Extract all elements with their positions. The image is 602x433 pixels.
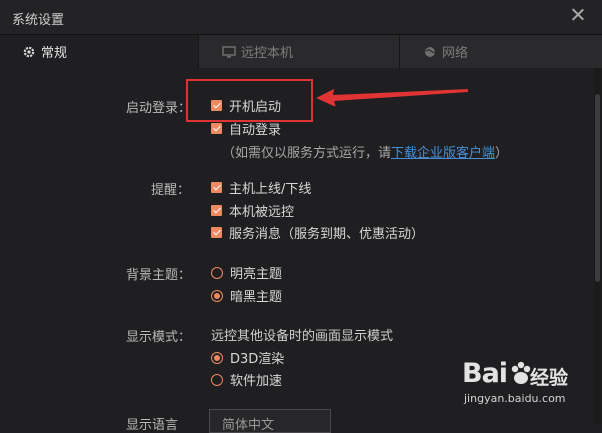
theme-label: 背景主题： (126, 268, 192, 283)
monitor-icon (222, 45, 236, 59)
baidu-jingyan-watermark: Bai 经验 jingyan.baidu.com (462, 358, 582, 410)
gear-icon (22, 45, 36, 59)
reminder-item-label: 本机被远控 (229, 205, 295, 220)
radio-unselected-icon (211, 373, 223, 386)
display-software-radio[interactable]: 软件加速 (211, 370, 282, 389)
tab-remote-this[interactable]: 远控本机 (200, 35, 400, 68)
reminder-item-label: 服务消息（服务到期、优惠活动） (229, 227, 425, 242)
display-mode-label: 显示模式： (126, 330, 192, 345)
theme-option-label: 明亮主题 (230, 267, 283, 282)
tab-remote-this-label: 远控本机 (241, 46, 294, 61)
startup-label: 启动登录： (126, 101, 192, 116)
radio-selected-icon (211, 351, 223, 364)
display-d3d-radio[interactable]: D3D渲染 (211, 348, 284, 367)
theme-option-label: 暗黑主题 (230, 290, 283, 305)
reminder-host-online-checkbox[interactable]: 主机上线/下线 (211, 178, 311, 197)
checkbox-checked-icon (211, 205, 222, 216)
theme-dark-radio[interactable]: 暗黑主题 (211, 286, 282, 305)
reminder-label: 提醒： (151, 183, 191, 198)
watermark-jingyan: 经验 (530, 367, 569, 389)
display-mode-description: 远控其他设备时的画面显示模式 (211, 329, 394, 344)
radio-unselected-icon (211, 266, 223, 279)
radio-selected-icon (211, 289, 223, 302)
scrollbar[interactable] (594, 68, 602, 424)
red-arrow (316, 89, 468, 106)
tab-bar: 常规 远控本机 网络 (0, 35, 602, 68)
highlight-box (186, 79, 313, 122)
tab-network[interactable]: 网络 (401, 35, 602, 68)
close-icon[interactable] (568, 5, 588, 25)
reminder-service-message-checkbox[interactable]: 服务消息（服务到期、优惠活动） (211, 223, 424, 242)
checkbox-checked-icon (211, 123, 222, 134)
tab-network-label: 网络 (442, 46, 469, 61)
reminder-item-label: 主机上线/下线 (229, 182, 312, 197)
theme-light-radio[interactable]: 明亮主题 (211, 263, 282, 282)
watermark-url: jingyan.baidu.com (464, 392, 566, 405)
tab-general[interactable]: 常规 (0, 35, 199, 68)
scrollbar-thumb[interactable] (595, 94, 600, 282)
display-option-label: 软件加速 (230, 374, 283, 389)
tab-general-label: 常规 (41, 46, 68, 61)
checkbox-checked-icon (211, 182, 222, 193)
checkbox-checked-icon (211, 227, 222, 238)
enterprise-download-link[interactable]: 下载企业版客户端 (391, 146, 495, 161)
globe-icon (423, 45, 437, 59)
language-select[interactable]: 简体中文 (209, 409, 331, 433)
watermark-brand: Bai (462, 358, 508, 389)
window-title: 系统设置 (12, 13, 65, 28)
title-bar: 系统设置 (0, 0, 602, 35)
service-mode-note: （如需仅以服务方式运行，请下载企业版客户端） (222, 146, 509, 161)
reminder-remote-controlled-checkbox[interactable]: 本机被远控 (211, 201, 294, 220)
display-option-label: D3D渲染 (230, 352, 285, 367)
